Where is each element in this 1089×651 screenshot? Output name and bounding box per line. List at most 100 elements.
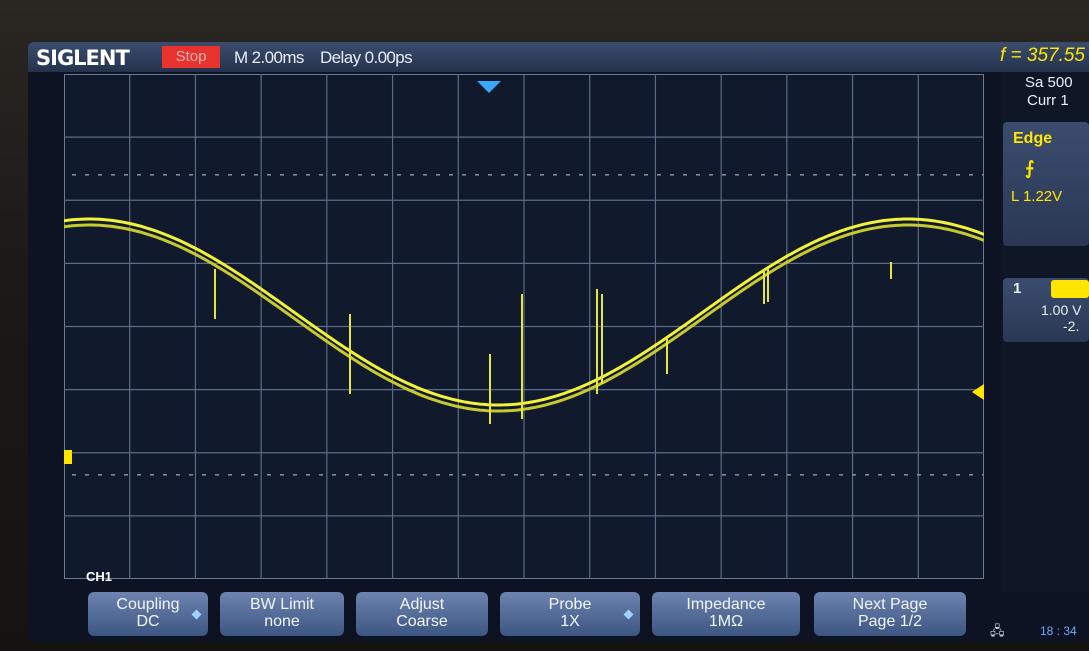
grid-dot: [254, 174, 258, 176]
bw-limit-softkey[interactable]: BW Limit none: [220, 592, 344, 636]
grid-dot: [826, 474, 830, 476]
softkey-label: Probe: [548, 596, 592, 613]
grid-dot: [267, 174, 271, 176]
adjust-softkey[interactable]: Adjust Coarse: [356, 592, 488, 636]
softkey-label: Coupling: [116, 596, 180, 613]
grid-dot: [85, 474, 89, 476]
grid-dot: [930, 474, 934, 476]
grid-dot: [891, 174, 895, 176]
timebase-readout[interactable]: M 2.00ms: [234, 48, 304, 68]
softkey-value: Page 1/2: [857, 613, 923, 630]
grid-dot: [423, 474, 427, 476]
grid-dot: [839, 474, 843, 476]
grid-dot: [189, 474, 193, 476]
grid-dot: [462, 174, 466, 176]
grid-dot: [774, 474, 778, 476]
run-stop-indicator[interactable]: Stop: [162, 46, 220, 68]
grid-dot: [969, 474, 973, 476]
clock: 18 : 34: [1040, 624, 1077, 638]
grid-dot: [748, 474, 752, 476]
grid-dot: [488, 474, 492, 476]
grid-dot: [852, 474, 856, 476]
grid-dot: [813, 174, 817, 176]
softkey-label: BW Limit: [250, 596, 314, 613]
grid-dot: [787, 174, 791, 176]
grid-dot: [566, 474, 570, 476]
grid-dot: [306, 174, 310, 176]
grid-dot: [579, 474, 583, 476]
grid-dot: [605, 474, 609, 476]
grid-dot: [150, 474, 154, 476]
grid-dot: [228, 474, 232, 476]
grid-dot: [241, 474, 245, 476]
grid-dot: [111, 474, 115, 476]
grid-dot: [514, 474, 518, 476]
grid-dot: [852, 174, 856, 176]
grid-dot: [345, 474, 349, 476]
grid-dot: [397, 474, 401, 476]
coupling-softkey[interactable]: Coupling DC: [88, 592, 208, 636]
grid-dot: [696, 474, 700, 476]
grid-dot: [189, 174, 193, 176]
grid-dot: [163, 174, 167, 176]
grid-dot: [917, 174, 921, 176]
grid-dot: [722, 174, 726, 176]
grid-dot: [865, 174, 869, 176]
grid-dot: [982, 174, 984, 176]
channel1-ground-marker[interactable]: [64, 450, 72, 464]
grid-dot: [410, 474, 414, 476]
delay-readout[interactable]: Delay 0.00ps: [320, 48, 413, 68]
probe-softkey[interactable]: Probe 1X: [500, 592, 640, 636]
grid-dot: [644, 474, 648, 476]
grid-dot: [956, 174, 960, 176]
grid-dot: [85, 174, 89, 176]
channel-tab: 1: [1013, 280, 1022, 297]
grid-dot: [111, 174, 115, 176]
grid-dot: [163, 474, 167, 476]
grid-dot: [462, 474, 466, 476]
right-info-panel: Sa 500 Curr 1 Edge ⨍ L 1.22V 1 1.00 V -2…: [1001, 72, 1089, 592]
trigger-mode: Edge: [1013, 130, 1053, 147]
grid-dot: [410, 174, 414, 176]
grid-dot: [618, 174, 622, 176]
grid-dot: [332, 174, 336, 176]
channel1-panel[interactable]: 1 1.00 V -2.: [1003, 278, 1089, 342]
softkey-value: 1X: [560, 613, 580, 630]
grid-dot: [397, 174, 401, 176]
grid-dot: [124, 474, 128, 476]
grid-dot: [280, 474, 284, 476]
grid-dot: [943, 474, 947, 476]
grid-dot: [358, 474, 362, 476]
grid-dot: [709, 174, 713, 176]
grid-dot: [176, 174, 180, 176]
grid-dot: [540, 174, 544, 176]
grid-dot: [735, 474, 739, 476]
grid-dot: [956, 474, 960, 476]
grid-dot: [540, 474, 544, 476]
trigger-panel[interactable]: Edge ⨍ L 1.22V: [1003, 122, 1089, 246]
grid-dot: [358, 174, 362, 176]
next-page-softkey[interactable]: Next Page Page 1/2: [814, 592, 966, 636]
grid-dot: [436, 474, 440, 476]
impedance-softkey[interactable]: Impedance 1MΩ: [652, 592, 800, 636]
grid-dot: [501, 174, 505, 176]
grid-dot: [124, 174, 128, 176]
grid-dot: [670, 474, 674, 476]
grid-dot: [150, 174, 154, 176]
softkey-value: 1MΩ: [708, 613, 744, 630]
grid-dot: [800, 174, 804, 176]
softkey-value: Coarse: [396, 613, 448, 630]
grid-dot: [384, 174, 388, 176]
grid-dot: [891, 474, 895, 476]
grid-dot: [280, 174, 284, 176]
trigger-level: L 1.22V: [1011, 188, 1063, 205]
grid-dot: [904, 174, 908, 176]
softkey-label: Impedance: [686, 596, 766, 613]
grid-dot: [813, 474, 817, 476]
grid-dot: [553, 174, 557, 176]
oscilloscope-screen: SIGLENT Stop M 2.00ms Delay 0.00ps f = 3…: [28, 42, 1089, 642]
grid-dot: [514, 174, 518, 176]
grid-dot: [345, 174, 349, 176]
grid-dot: [215, 474, 219, 476]
grid-dot: [735, 174, 739, 176]
